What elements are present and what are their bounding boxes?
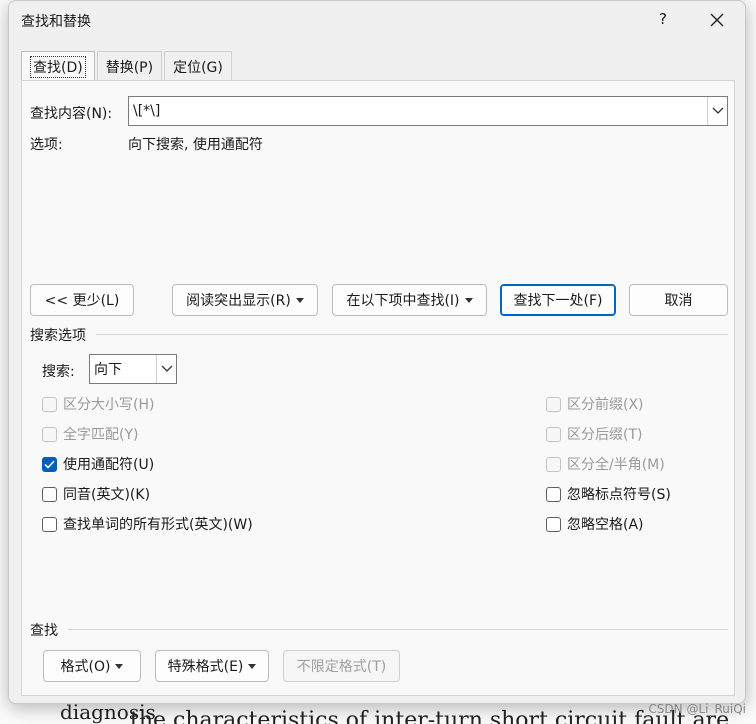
use-wildcards-checkbox[interactable]: 使用通配符(U) [42,454,154,474]
close-icon[interactable] [706,9,728,31]
find-next-button[interactable]: 查找下一处(F) [500,284,616,316]
title-bar: 查找和替换 ? [9,1,745,39]
cancel-button[interactable]: 取消 [629,284,728,316]
caret-down-icon [248,663,257,669]
help-button[interactable]: ? [653,10,673,28]
search-direction-label: 搜索: [42,364,75,380]
find-content-combo[interactable]: \[*\] [128,96,728,126]
find-section-label: 查找 [30,623,58,639]
caret-down-icon [115,663,124,669]
tab-bar: 查找(D) 替换(P) 定位(G) [21,51,234,81]
ignore-spaces-checkbox[interactable]: 忽略空格(A) [546,514,644,534]
caret-down-icon [464,297,473,303]
divider [68,629,728,630]
dialog-title: 查找和替换 [21,14,91,30]
ignore-punctuation-checkbox[interactable]: 忽略标点符号(S) [546,484,671,504]
chevron-down-icon[interactable] [156,355,176,383]
match-suffix-checkbox[interactable]: 区分后缀(T) [546,424,642,444]
reading-highlight-button[interactable]: 阅读突出显示(R) [172,284,318,316]
tab-replace[interactable]: 替换(P) [96,51,163,81]
match-case-checkbox[interactable]: 区分大小写(H) [42,394,154,414]
watermark: CSDN @Li_RuiQi [648,702,746,716]
search-options-label: 搜索选项 [30,328,86,344]
less-button[interactable]: << 更少(L) [30,284,134,316]
find-content-label: 查找内容(N): [30,106,113,122]
tab-find[interactable]: 查找(D) [21,51,95,81]
special-format-button[interactable]: 特殊格式(E) [155,650,269,682]
no-formatting-button[interactable]: 不限定格式(T) [283,650,400,682]
format-button[interactable]: 格式(O) [43,650,141,682]
sounds-like-checkbox[interactable]: 同音(英文)(K) [42,484,150,504]
find-panel: 查找内容(N): \[*\] 选项: 向下搜索, 使用通配符 << 更少(L) … [21,80,735,696]
options-value: 向下搜索, 使用通配符 [128,137,263,153]
search-direction-select[interactable]: 向下 [89,354,177,384]
caret-down-icon [295,297,304,303]
find-content-input[interactable]: \[*\] [129,103,707,119]
all-word-forms-checkbox[interactable]: 查找单词的所有形式(英文)(W) [42,514,253,534]
tab-goto[interactable]: 定位(G) [164,51,232,81]
match-prefix-checkbox[interactable]: 区分前缀(X) [546,394,644,414]
match-width-checkbox[interactable]: 区分全/半角(M) [546,454,665,474]
divider [96,334,728,335]
find-replace-dialog: 查找和替换 ? 查找(D) 替换(P) 定位(G) 查找内容(N): \[*\]… [8,0,746,704]
options-label: 选项: [30,137,63,153]
find-in-button[interactable]: 在以下项中查找(I) [332,284,487,316]
check-icon [42,456,57,472]
whole-word-checkbox[interactable]: 全字匹配(Y) [42,424,138,444]
chevron-down-icon[interactable] [707,97,727,125]
